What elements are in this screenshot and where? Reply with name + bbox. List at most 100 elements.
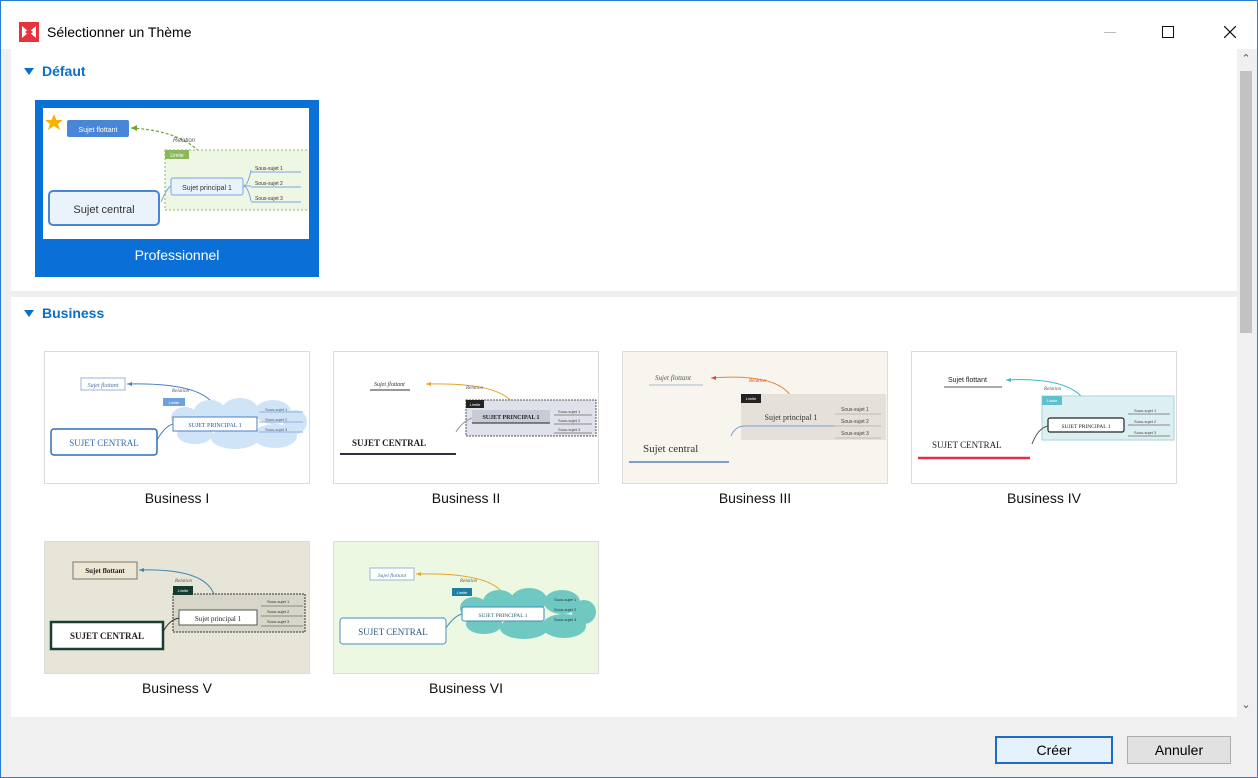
- thumb-boundary-label: Limite: [470, 402, 481, 407]
- thumb-main-topic: SUJET PRINCIPAL 1: [478, 613, 527, 619]
- thumb-central-topic: SUJET CENTRAL: [70, 631, 144, 641]
- theme-card-business-2[interactable]: Sujet flottant Relation Limite SUJET PRI…: [333, 351, 599, 509]
- thumb-relation-label: Relation: [173, 138, 196, 144]
- thumb-subtopic-2: Sous-sujet 2: [267, 609, 290, 614]
- theme-thumbnail: Sujet flottant Relation Limite SUJET PRI…: [333, 541, 599, 674]
- theme-card-label: Business I: [144, 490, 210, 506]
- thumb-central-topic: Sujet central: [643, 443, 698, 455]
- theme-card-professionnel[interactable]: Sujet flottant Relation Limite Sujet pri…: [35, 100, 319, 277]
- thumb-central-topic: SUJET CENTRAL: [69, 438, 139, 448]
- section-header-default[interactable]: Défaut: [11, 51, 1237, 91]
- thumb-floating-topic: Sujet flottant: [88, 382, 119, 389]
- scroll-down-icon[interactable]: ⌄: [1240, 699, 1252, 711]
- thumb-floating-topic: Sujet flottant: [655, 374, 692, 382]
- thumb-main-topic: Sujet principal 1: [182, 185, 232, 192]
- theme-card-business-4[interactable]: Sujet flottant Relation Limite SUJET PRI…: [911, 351, 1177, 509]
- theme-card-business-3[interactable]: Sujet flottant Relation Limite Sujet pri…: [622, 351, 888, 509]
- minimize-button[interactable]: [1087, 15, 1133, 49]
- thumb-main-topic: SUJET PRINCIPAL 1: [1061, 424, 1110, 430]
- thumb-subtopic-1: Sous-sujet 1: [554, 597, 577, 602]
- thumb-subtopic-2: Sous-sujet 2: [554, 607, 577, 612]
- title-bar: Sélectionner un Thème: [1, 1, 1257, 49]
- thumb-main-topic: Sujet principal 1: [765, 413, 818, 422]
- theme-card-label: Professionnel: [134, 247, 220, 263]
- thumb-boundary-label: Limite: [170, 153, 184, 159]
- thumb-floating-topic: Sujet flottant: [79, 127, 118, 134]
- thumb-subtopic-3: Sous-sujet 3: [841, 431, 869, 437]
- window-title: Sélectionner un Thème: [47, 24, 192, 40]
- thumb-boundary-label: Limite: [746, 396, 757, 401]
- close-button[interactable]: [1207, 15, 1253, 49]
- close-icon: [1224, 26, 1236, 38]
- theme-card-label: Business IV: [1007, 490, 1081, 506]
- thumb-subtopic-1: Sous-sujet 1: [255, 166, 283, 172]
- cancel-button[interactable]: Annuler: [1127, 736, 1231, 764]
- theme-list: Défaut Sujet flottant Relation Limite Su…: [11, 49, 1237, 717]
- vertical-scrollbar[interactable]: ⌃ ⌄: [1237, 49, 1255, 717]
- maximize-icon: [1162, 26, 1174, 38]
- thumb-subtopic-2: Sous-sujet 2: [265, 417, 288, 422]
- thumb-main-topic: SUJET PRINCIPAL 1: [188, 423, 241, 429]
- thumb-central-topic: SUJET CENTRAL: [352, 438, 426, 448]
- thumb-floating-topic: Sujet flottant: [948, 377, 987, 384]
- thumb-floating-topic: Sujet flottant: [85, 567, 125, 575]
- theme-thumbnail: Sujet flottant Relation Limite Sujet pri…: [43, 108, 309, 239]
- thumb-subtopic-3: Sous-sujet 3: [558, 427, 581, 432]
- thumb-main-topic: SUJET PRINCIPAL 1: [482, 415, 539, 421]
- thumb-floating-topic: Sujet flottant: [374, 381, 405, 388]
- dialog-footer: Créer Annuler: [1, 717, 1257, 777]
- thumb-subtopic-3: Sous-sujet 3: [265, 427, 288, 432]
- theme-card-label: Business VI: [429, 680, 503, 696]
- theme-dialog: Sélectionner un Thème Défaut Sujet flott…: [0, 0, 1258, 778]
- thumb-boundary-label: Limite: [1047, 398, 1058, 403]
- thumb-relation-label: Relation: [171, 389, 189, 394]
- thumb-subtopic-1: Sous-sujet 1: [267, 599, 290, 604]
- thumb-relation-label: Relation: [1043, 387, 1061, 392]
- theme-thumbnail: Sujet flottant Relation Limite SUJET PRI…: [333, 351, 599, 484]
- thumb-subtopic-2: Sous-sujet 2: [558, 418, 581, 423]
- theme-card-label: Business III: [718, 490, 792, 506]
- thumb-floating-topic: Sujet flottant: [378, 572, 407, 579]
- section-header-business[interactable]: Business: [11, 293, 1237, 333]
- theme-card-label: Business II: [431, 490, 501, 506]
- thumb-relation-label: Relation: [459, 579, 477, 584]
- thumb-subtopic-2: Sous-sujet 2: [1134, 419, 1157, 424]
- theme-thumbnail: Sujet flottant Relation Limite SUJET PRI…: [44, 351, 310, 484]
- thumb-relation-label: Relation: [465, 386, 483, 391]
- thumb-boundary-label: Limite: [457, 590, 468, 595]
- thumb-subtopic-2: Sous-sujet 2: [255, 181, 283, 187]
- thumb-central-topic: Sujet central: [73, 204, 134, 216]
- create-button[interactable]: Créer: [995, 736, 1113, 764]
- thumb-subtopic-3: Sous-sujet 3: [1134, 430, 1157, 435]
- minimize-icon: [1104, 31, 1116, 33]
- theme-card-business-6[interactable]: Sujet flottant Relation Limite SUJET PRI…: [333, 541, 599, 699]
- theme-thumbnail: Sujet flottant Relation Limite Sujet pri…: [622, 351, 888, 484]
- thumb-subtopic-1: Sous-sujet 1: [558, 409, 581, 414]
- thumb-boundary-label: Limite: [169, 400, 180, 405]
- scrollbar-thumb[interactable]: [1240, 71, 1252, 333]
- section-title: Défaut: [42, 63, 86, 79]
- thumb-relation-label: Relation: [748, 379, 766, 384]
- collapse-caret-icon: [24, 67, 34, 75]
- theme-card-label: Business V: [141, 680, 213, 696]
- thumb-central-topic: SUJET CENTRAL: [358, 627, 428, 637]
- scroll-up-icon[interactable]: ⌃: [1240, 53, 1252, 65]
- thumb-subtopic-1: Sous-sujet 1: [841, 407, 869, 413]
- thumb-relation-label: Relation: [174, 579, 192, 584]
- theme-card-business-1[interactable]: Sujet flottant Relation Limite SUJET PRI…: [44, 351, 310, 509]
- thumb-subtopic-3: Sous-sujet 3: [554, 617, 577, 622]
- xmind-logo-icon: [19, 22, 39, 42]
- thumb-central-topic: SUJET CENTRAL: [932, 440, 1002, 450]
- maximize-button[interactable]: [1145, 15, 1191, 49]
- thumb-subtopic-1: Sous-sujet 1: [1134, 408, 1157, 413]
- thumb-subtopic-3: Sous-sujet 3: [255, 196, 283, 202]
- section-title: Business: [42, 305, 105, 321]
- theme-thumbnail: Sujet flottant Relation Limite SUJET PRI…: [911, 351, 1177, 484]
- thumb-boundary-label: Limite: [178, 588, 189, 593]
- theme-thumbnail: Sujet flottant Relation Limite Sujet pri…: [44, 541, 310, 674]
- theme-card-business-5[interactable]: Sujet flottant Relation Limite Sujet pri…: [44, 541, 310, 699]
- thumb-subtopic-3: Sous-sujet 3: [267, 619, 290, 624]
- thumb-subtopic-1: Sous-sujet 1: [265, 407, 288, 412]
- favorite-star-icon: [45, 114, 63, 130]
- thumb-main-topic: Sujet principal 1: [195, 615, 242, 623]
